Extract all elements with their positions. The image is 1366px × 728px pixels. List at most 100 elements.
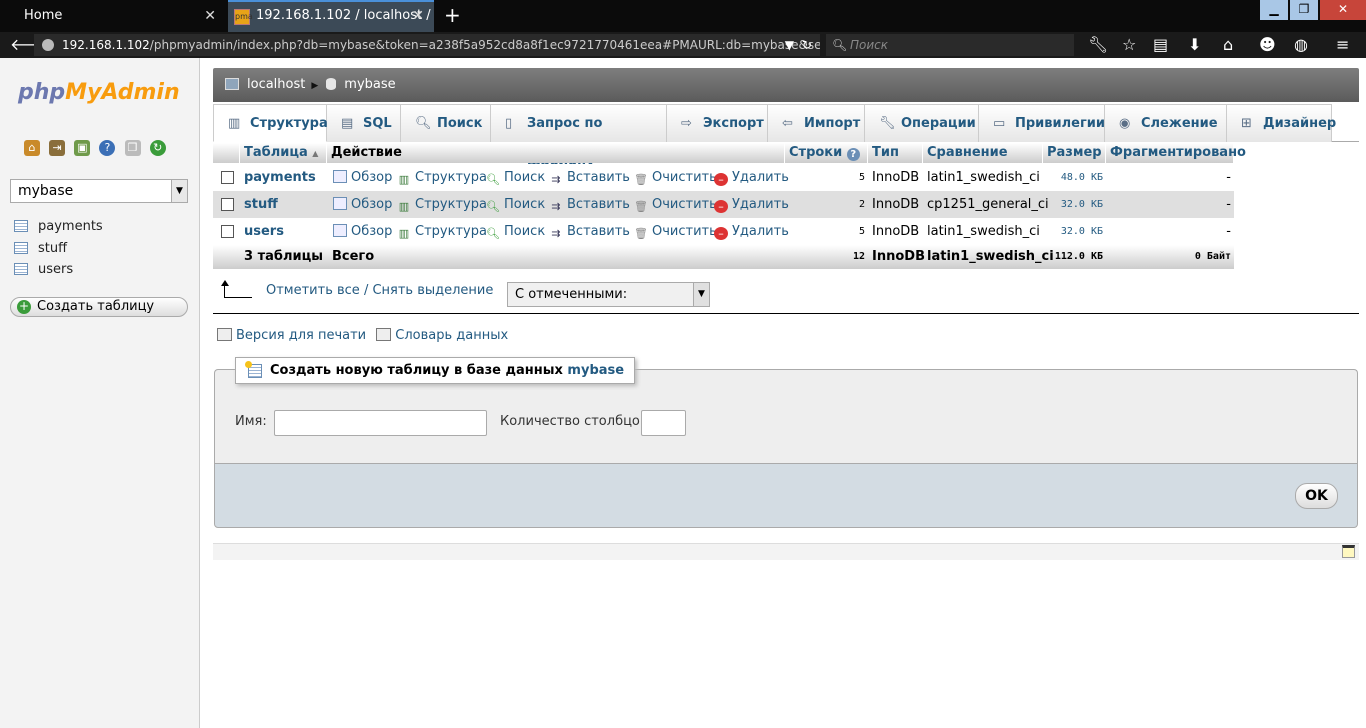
with-selected-select[interactable]: С отмеченными: ▼	[507, 282, 710, 307]
structure-link[interactable]: ▥ Структура	[397, 191, 487, 218]
browse-link[interactable]: Обзор	[333, 191, 392, 218]
create-table-button[interactable]: + Создать таблицу	[10, 297, 188, 317]
sidebar-item-payments[interactable]: payments	[14, 216, 103, 238]
maximize-icon[interactable]: ❐	[1290, 0, 1318, 20]
ok-button[interactable]: OK	[1295, 483, 1338, 509]
empty-link[interactable]: 🗑︎ Очистить	[634, 164, 717, 191]
tab-operations[interactable]: 🔧︎ Операции	[865, 104, 979, 142]
empty-link[interactable]: 🗑︎ Очистить	[634, 191, 717, 218]
bookmark-star-icon[interactable]: ☆	[1122, 36, 1136, 54]
row-checkbox[interactable]	[221, 171, 234, 184]
tab-import[interactable]: ⇦ Импорт	[768, 104, 865, 142]
structure-link[interactable]: ▥ Структура	[397, 164, 487, 191]
insert-link[interactable]: ⇉ Вставить	[549, 218, 630, 245]
close-icon[interactable]: ✕	[412, 2, 424, 30]
tab-structure[interactable]: ▥ Структура	[213, 104, 328, 142]
window-close-icon[interactable]: ✕	[1320, 0, 1366, 20]
home-icon[interactable]: ⌂	[1223, 36, 1233, 54]
drop-link[interactable]: – Удалить	[714, 191, 789, 218]
row-checkbox[interactable]	[221, 198, 234, 211]
header-rows[interactable]: Строки ?	[785, 143, 868, 163]
browse-link[interactable]: Обзор	[333, 218, 392, 245]
header-overhead[interactable]: Фрагментировано	[1106, 143, 1246, 163]
action-label: Очистить	[652, 224, 717, 239]
breadcrumb-server-link[interactable]: localhost	[247, 77, 305, 92]
logout-icon[interactable]: ⇥	[49, 140, 66, 156]
header-size[interactable]: Размер	[1043, 143, 1106, 163]
help-icon[interactable]: ?	[846, 148, 860, 161]
query-window-icon[interactable]: ▣	[74, 140, 91, 156]
row-size-link[interactable]: 32.0 КБ	[1045, 191, 1103, 218]
console-toggle-icon[interactable]	[1342, 545, 1355, 558]
header-collation[interactable]: Сравнение	[923, 143, 1043, 163]
tab-sql[interactable]: ▤ SQL	[327, 104, 401, 142]
menu-icon[interactable]: ≡	[1336, 36, 1349, 54]
phpmyadmin-logo[interactable]: phpMyAdmin	[18, 80, 180, 105]
tab-privileges[interactable]: ▭ Привилегии	[979, 104, 1105, 142]
action-label: Удалить	[732, 170, 789, 185]
sidebar-item-users[interactable]: users	[14, 259, 103, 281]
minimize-icon[interactable]: ▁	[1260, 0, 1288, 20]
reading-list-icon[interactable]: ▤	[1153, 36, 1168, 54]
browse-link[interactable]: Обзор	[333, 164, 392, 191]
drop-link[interactable]: – Удалить	[714, 164, 789, 191]
header-type[interactable]: Тип	[868, 143, 923, 163]
logo-php: php	[18, 80, 66, 105]
header-table[interactable]: Таблица ▲	[240, 143, 327, 163]
browser-search-input[interactable]: 🔍︎ Поиск	[826, 34, 1074, 56]
sidebar-item-label: stuff	[38, 240, 68, 256]
help-icon[interactable]: ?	[99, 140, 116, 156]
tab-search[interactable]: 🔍︎ Поиск	[401, 104, 491, 142]
tab-tracking[interactable]: ◉ Слежение	[1105, 104, 1227, 142]
download-icon[interactable]: ⬇	[1188, 36, 1201, 54]
browser-tab-home[interactable]: Home ✕	[0, 0, 226, 32]
tab-export[interactable]: ⇨ Экспорт	[667, 104, 768, 142]
documentation-icon[interactable]: ❐	[124, 140, 141, 156]
summary-engine: InnoDB	[872, 249, 925, 264]
wrench-icon[interactable]: 🔧︎	[1088, 36, 1108, 54]
browser-tab-phpmyadmin[interactable]: pma 192.168.1.102 / localhost / ... ✕	[228, 0, 434, 51]
table-name-link[interactable]: payments	[244, 164, 316, 191]
table-name-input[interactable]	[274, 410, 487, 436]
breadcrumb-database-link[interactable]: mybase	[344, 77, 395, 92]
database-select[interactable]: mybase ▼	[10, 179, 188, 203]
tab-query[interactable]: ▯Запрос по шаблону	[491, 104, 667, 169]
column-count-input[interactable]	[641, 410, 686, 436]
insert-link[interactable]: ⇉ Вставить	[549, 164, 630, 191]
search-link[interactable]: 🔍︎ Поиск	[486, 164, 545, 191]
eye-icon: ◉	[1119, 116, 1131, 131]
smiley-icon[interactable]: ☻	[1259, 36, 1276, 54]
breadcrumb: localhost ▶ mybase	[213, 68, 1359, 102]
phpmyadmin-favicon-icon: pma	[234, 9, 253, 25]
structure-link[interactable]: ▥ Структура	[397, 218, 487, 245]
empty-link[interactable]: 🗑︎ Очистить	[634, 218, 717, 245]
sidebar-item-stuff[interactable]: stuff	[14, 238, 103, 260]
reload-icon[interactable]: ↻	[802, 34, 812, 56]
row-checkbox[interactable]	[221, 225, 234, 238]
drop-link[interactable]: – Удалить	[714, 218, 789, 245]
globe-addon-icon[interactable]: ◍	[1294, 36, 1308, 54]
check-all-label: Отметить все / Снять выделение	[266, 283, 494, 298]
insert-link[interactable]: ⇉ Вставить	[549, 191, 630, 218]
close-icon[interactable]: ✕	[204, 0, 216, 32]
structure-icon: ▥	[398, 200, 410, 213]
data-dictionary-link[interactable]: Словарь данных	[370, 328, 508, 343]
check-all-link[interactable]: Отметить все / Снять выделение	[221, 280, 494, 298]
tab-designer[interactable]: ⊞ Дизайнер	[1227, 104, 1336, 142]
delete-icon: –	[714, 200, 728, 213]
home-icon[interactable]: ⌂	[24, 140, 40, 156]
row-size-link[interactable]: 32.0 КБ	[1045, 218, 1103, 245]
url-dropdown-icon[interactable]: ▼	[785, 34, 794, 56]
search-link[interactable]: 🔍︎ Поиск	[486, 191, 545, 218]
reload-navigation-icon[interactable]: ↻	[149, 140, 166, 156]
table-name-link[interactable]: users	[244, 218, 284, 245]
table-name-link[interactable]: stuff	[244, 191, 278, 218]
tab-label: SQL	[363, 116, 392, 131]
print-view-link[interactable]: Версия для печати	[217, 328, 366, 343]
summary-size: 112.0 КБ	[1054, 251, 1103, 262]
address-bar[interactable]: 192.168.1.102/phpmyadmin/index.php?db=my…	[34, 34, 820, 56]
search-link[interactable]: 🔍︎ Поиск	[486, 218, 545, 245]
row-size-link[interactable]: 48.0 КБ	[1045, 164, 1103, 191]
search-icon: 🔍︎	[832, 38, 848, 52]
new-tab-icon[interactable]: +	[444, 0, 461, 30]
